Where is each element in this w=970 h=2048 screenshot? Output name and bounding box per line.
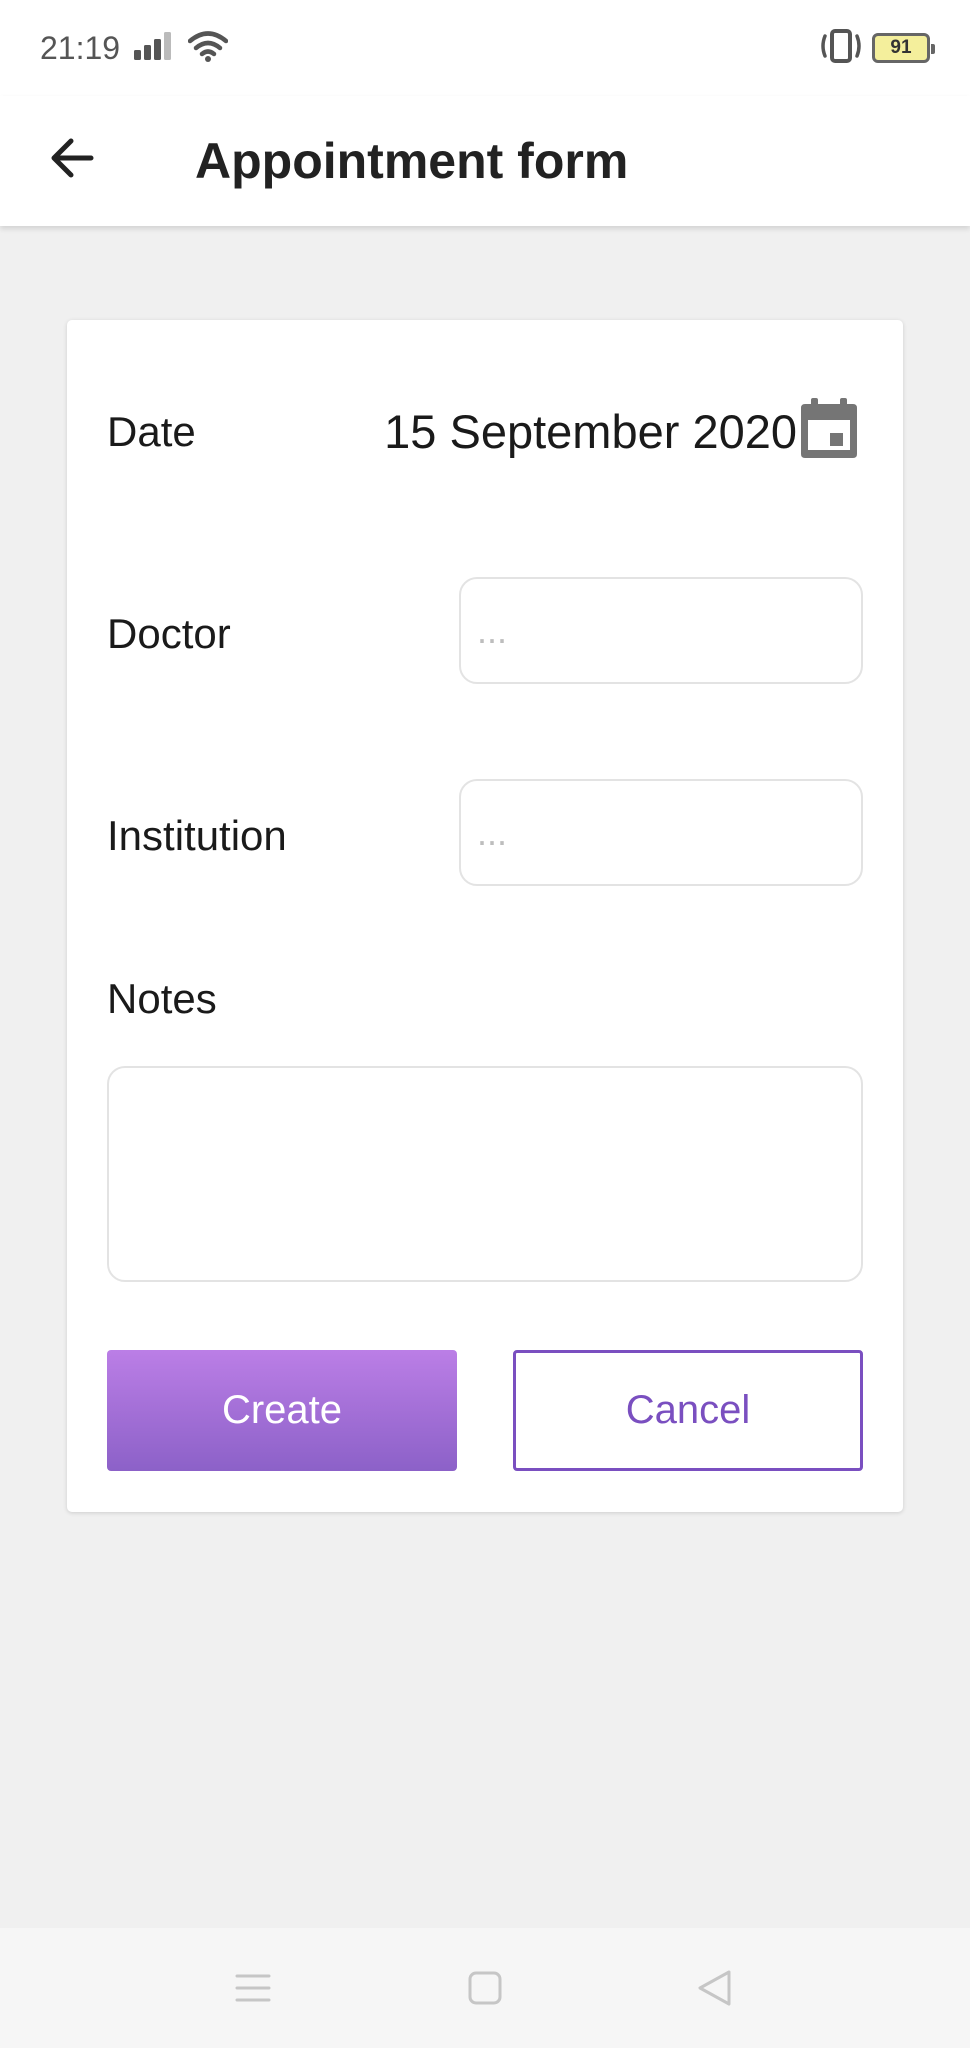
date-label: Date	[107, 408, 196, 455]
calendar-button[interactable]	[799, 398, 859, 460]
doctor-label: Doctor	[107, 610, 231, 657]
nav-back-button[interactable]	[684, 1958, 744, 2018]
battery-level: 91	[890, 37, 912, 58]
back-icon	[698, 1970, 731, 2006]
home-icon	[468, 1971, 502, 2005]
page-title: Appointment form	[195, 133, 629, 189]
menu-icon	[235, 1974, 271, 2002]
signal-icon	[134, 31, 174, 65]
appointment-form-card: Date 15 September 2020 Doctor Institutio…	[67, 320, 903, 1512]
wifi-icon	[187, 30, 229, 67]
back-button[interactable]	[40, 126, 104, 190]
status-time: 21:19	[40, 29, 121, 66]
status-bar: 21:19 91	[0, 0, 970, 96]
cancel-button-label: Cancel	[625, 1388, 751, 1432]
create-button[interactable]: Create	[107, 1350, 457, 1471]
cancel-button[interactable]: Cancel	[513, 1350, 863, 1471]
battery-icon: 91	[872, 33, 935, 63]
institution-label: Institution	[107, 812, 287, 859]
calendar-icon	[801, 398, 857, 458]
status-right: 91	[820, 28, 935, 68]
notes-label: Notes	[107, 975, 217, 1022]
arrow-left-icon	[51, 138, 94, 178]
doctor-input[interactable]	[459, 577, 863, 684]
nav-home-button[interactable]	[455, 1958, 515, 2018]
date-value[interactable]: 15 September 2020	[384, 404, 797, 459]
notes-textarea[interactable]	[107, 1066, 863, 1282]
system-nav-bar	[0, 1928, 970, 2048]
nav-menu-button[interactable]	[223, 1958, 283, 2018]
app-bar: Appointment form	[0, 96, 970, 226]
institution-input[interactable]	[459, 779, 863, 886]
vibrate-icon	[820, 28, 862, 68]
create-button-label: Create	[221, 1388, 343, 1432]
status-left: 21:19	[40, 29, 229, 67]
